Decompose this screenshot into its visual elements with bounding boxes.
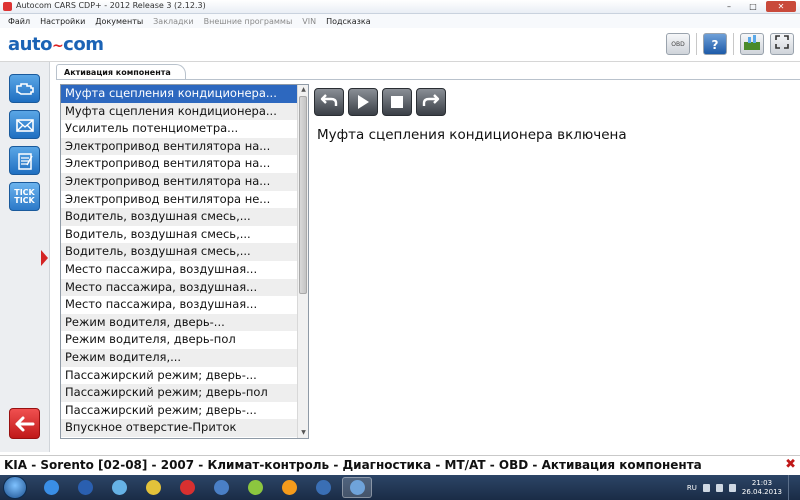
list-item[interactable]: Электропривод вентилятора на... xyxy=(61,137,298,156)
list-item[interactable]: Муфта сцепления кондиционера... xyxy=(61,85,298,103)
undo-button[interactable] xyxy=(314,88,344,116)
list-scrollbar[interactable]: ▲ ▼ xyxy=(297,85,308,438)
language-indicator[interactable]: RU xyxy=(687,484,697,492)
list-item[interactable]: Водитель, воздушная смесь,... xyxy=(61,208,298,226)
close-button[interactable]: ✕ xyxy=(766,1,796,12)
left-navigation: TICK TICK xyxy=(0,62,50,452)
list-item[interactable]: Электропривод вентилятора не... xyxy=(61,191,298,209)
obd-icon[interactable]: OBD xyxy=(666,33,690,55)
system-tray: RU 21:03 26.04.2013 xyxy=(687,475,796,500)
list-item[interactable]: Режим водителя, дверь-... xyxy=(61,313,298,332)
taskbar-autocom-icon[interactable] xyxy=(342,477,372,498)
redo-arrow-icon xyxy=(422,94,440,106)
list-item[interactable]: Режим водителя,... xyxy=(61,348,298,367)
engine-icon[interactable] xyxy=(9,74,40,103)
list-item[interactable]: Впускное отверстие-Приток xyxy=(61,419,298,437)
stop-button[interactable] xyxy=(382,88,412,116)
list-item[interactable]: Водитель, воздушная смесь,... xyxy=(61,243,298,261)
list-item[interactable]: Место пассажира, воздушная... xyxy=(61,278,298,297)
maximize-button[interactable]: □ xyxy=(742,1,764,12)
window-title: Autocom CARS CDP+ - 2012 Release 3 (2.12… xyxy=(16,1,206,10)
menu-settings[interactable]: Настройки xyxy=(40,17,85,26)
expand-icon[interactable] xyxy=(770,33,794,55)
show-desktop-button[interactable] xyxy=(788,475,796,500)
scroll-thumb[interactable] xyxy=(299,96,307,294)
list-item[interactable]: Электропривод вентилятора на... xyxy=(61,155,298,173)
taskbar-ie-icon[interactable] xyxy=(36,477,66,498)
notepad-icon[interactable] xyxy=(9,146,40,175)
taskbar-yandex-icon[interactable] xyxy=(172,477,202,498)
play-button[interactable] xyxy=(348,88,378,116)
list-item[interactable]: Водитель, воздушная смесь,... xyxy=(61,226,298,244)
taskbar-media-icon[interactable] xyxy=(104,477,134,498)
taskbar: RU 21:03 26.04.2013 xyxy=(0,475,800,500)
tick-tick-icon[interactable]: TICK TICK xyxy=(9,182,40,211)
list-item[interactable]: Пассажирский режим; дверь-... xyxy=(61,402,298,420)
start-button[interactable] xyxy=(3,476,27,499)
taskbar-app-icon[interactable] xyxy=(70,477,100,498)
help-icon[interactable]: ? xyxy=(703,33,727,55)
clock[interactable]: 21:03 26.04.2013 xyxy=(742,479,782,497)
control-buttons xyxy=(314,88,446,116)
list-item[interactable]: Муфта сцепления кондиционера... xyxy=(61,102,298,121)
stop-icon xyxy=(391,96,403,108)
list-item[interactable]: Место пассажира, воздушная... xyxy=(61,296,298,314)
taskbar-app2-icon[interactable] xyxy=(206,477,236,498)
tray-flag-icon[interactable] xyxy=(702,483,710,492)
tray-volume-icon[interactable] xyxy=(728,483,736,492)
list-item[interactable]: Режим водителя, дверь-пол xyxy=(61,331,298,349)
tray-network-icon[interactable] xyxy=(715,483,723,492)
status-text: Муфта сцепления кондиционера включена xyxy=(317,127,627,143)
menu-documents[interactable]: Документы xyxy=(95,17,143,26)
tab-component-activation[interactable]: Активация компонента xyxy=(56,64,186,80)
connection-icon[interactable] xyxy=(740,33,764,55)
scroll-down-icon[interactable]: ▼ xyxy=(298,428,308,438)
autocom-logo: auto~com xyxy=(8,34,104,55)
undo-arrow-icon xyxy=(320,94,338,106)
app-icon xyxy=(3,2,12,11)
component-list[interactable]: Муфта сцепления кондиционера... Муфта сце… xyxy=(60,84,309,439)
taskbar-app4-icon[interactable] xyxy=(308,477,338,498)
menu-help[interactable]: Подсказка xyxy=(326,17,371,26)
active-indicator-arrow xyxy=(41,250,48,266)
breadcrumb: KIA - Sorento [02-08] - 2007 - Климат-ко… xyxy=(0,455,800,475)
list-item[interactable]: Пассажирский режим; дверь-пол xyxy=(61,384,298,402)
menu-file[interactable]: Файл xyxy=(8,17,30,26)
close-icon[interactable]: ✖ xyxy=(785,457,796,472)
tab-divider xyxy=(56,79,800,80)
play-icon xyxy=(358,95,369,109)
taskbar-chrome-icon[interactable] xyxy=(138,477,168,498)
list-item[interactable]: Усилитель потенциометра... xyxy=(61,120,298,138)
toolbar: auto~com OBD ? xyxy=(0,28,800,62)
menu-bookmarks[interactable]: Закладки xyxy=(153,17,193,26)
list-item[interactable]: Пассажирский режим; дверь-... xyxy=(61,367,298,385)
list-item[interactable]: Место пассажира, воздушная... xyxy=(61,261,298,279)
menu-bar: Файл Настройки Документы Закладки Внешни… xyxy=(0,14,800,28)
menu-external-programs[interactable]: Внешние программы xyxy=(204,17,293,26)
envelope-icon[interactable] xyxy=(9,110,40,139)
toolbar-divider xyxy=(733,33,734,55)
taskbar-app3-icon[interactable] xyxy=(240,477,270,498)
taskbar-ok-icon[interactable] xyxy=(274,477,304,498)
minimize-button[interactable]: – xyxy=(718,1,740,12)
clock-date: 26.04.2013 xyxy=(741,487,782,496)
back-arrow-icon[interactable] xyxy=(9,408,40,439)
breadcrumb-text: KIA - Sorento [02-08] - 2007 - Климат-ко… xyxy=(4,458,702,472)
clock-time: 21:03 xyxy=(751,478,773,487)
list-item[interactable]: Электропривод вентилятора на... xyxy=(61,172,298,191)
toolbar-divider xyxy=(696,33,697,55)
title-bar: Autocom CARS CDP+ - 2012 Release 3 (2.12… xyxy=(0,0,800,14)
scroll-up-icon[interactable]: ▲ xyxy=(298,85,308,95)
menu-vin[interactable]: VIN xyxy=(302,17,316,26)
redo-button[interactable] xyxy=(416,88,446,116)
